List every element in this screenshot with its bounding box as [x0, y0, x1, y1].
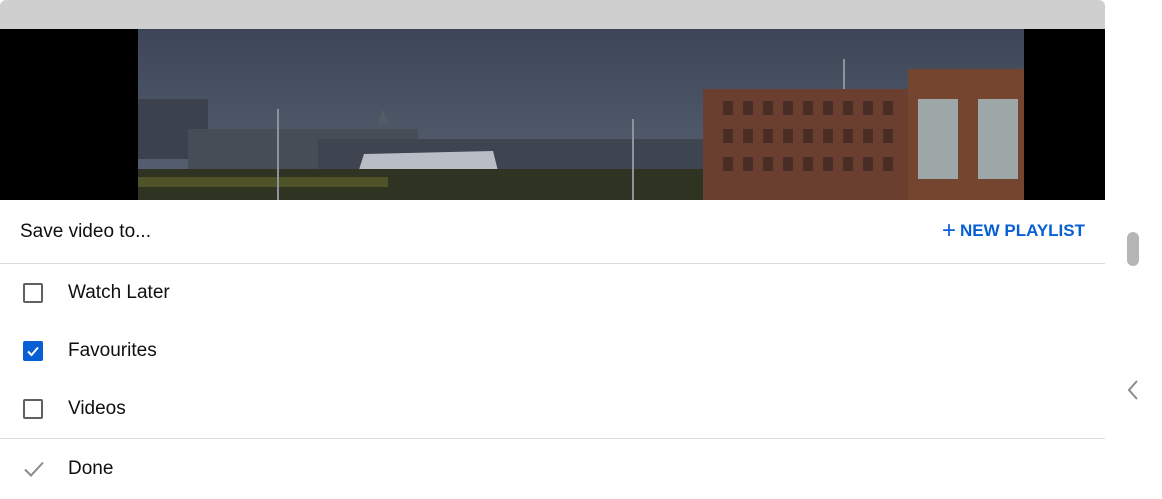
- new-playlist-button[interactable]: + NEW PLAYLIST: [941, 217, 1085, 244]
- video-frame: [138, 29, 1024, 200]
- done-button[interactable]: Done: [0, 438, 1105, 499]
- chevron-left-icon[interactable]: [1124, 378, 1142, 402]
- playlist-label: Videos: [68, 398, 126, 419]
- window-top-bar: [0, 0, 1105, 29]
- check-icon: [24, 461, 44, 477]
- checkbox-checked-icon[interactable]: [23, 341, 43, 361]
- playlist-label: Favourites: [68, 340, 157, 361]
- done-label: Done: [68, 458, 114, 479]
- plus-icon: +: [941, 217, 956, 244]
- dialog-title: Save video to...: [20, 221, 151, 242]
- dialog-header: Save video to... + NEW PLAYLIST: [0, 200, 1105, 264]
- new-playlist-label: NEW PLAYLIST: [960, 221, 1085, 240]
- playlist-item-watch-later[interactable]: Watch Later: [0, 264, 1105, 322]
- video-player[interactable]: [0, 29, 1105, 200]
- playlist-item-videos[interactable]: Videos: [0, 380, 1105, 438]
- checkbox-unchecked-icon[interactable]: [23, 283, 43, 303]
- checkbox-unchecked-icon[interactable]: [23, 399, 43, 419]
- main-panel: Save video to... + NEW PLAYLIST Watch La…: [0, 0, 1105, 498]
- playlist-item-favourites[interactable]: Favourites: [0, 322, 1105, 380]
- playlist-label: Watch Later: [68, 282, 170, 303]
- scrollbar-thumb[interactable]: [1127, 232, 1139, 266]
